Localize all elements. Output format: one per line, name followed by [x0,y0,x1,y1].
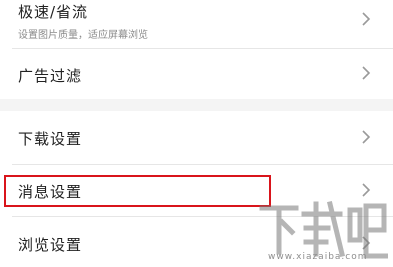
settings-row-label: 下载设置 [18,130,83,148]
settings-group-general: 极速/省流 设置图片质量，适应屏幕浏览 广告过滤 [0,0,393,99]
settings-row-label: 广告过滤 [18,67,83,85]
chevron-right-icon [359,12,373,26]
settings-row-sublabel: 设置图片质量，适应屏幕浏览 [18,30,148,41]
highlight-box [4,175,271,207]
settings-screen: 极速/省流 设置图片质量，适应屏幕浏览 广告过滤 下载设置 消息设置 浏览设置 … [0,0,393,267]
settings-row-ad-filter[interactable]: 广告过滤 [0,49,393,99]
chevron-right-icon [359,66,373,80]
settings-row-download[interactable]: 下载设置 [0,111,393,164]
settings-row-label: 浏览设置 [18,236,83,254]
chevron-right-icon [359,183,373,197]
settings-row-speed-saving[interactable]: 极速/省流 设置图片质量，适应屏幕浏览 [0,0,393,49]
chevron-right-icon [359,130,373,144]
watermark-url: www.xiazaiba.com [268,252,368,262]
settings-row-label: 极速/省流 [18,3,89,21]
